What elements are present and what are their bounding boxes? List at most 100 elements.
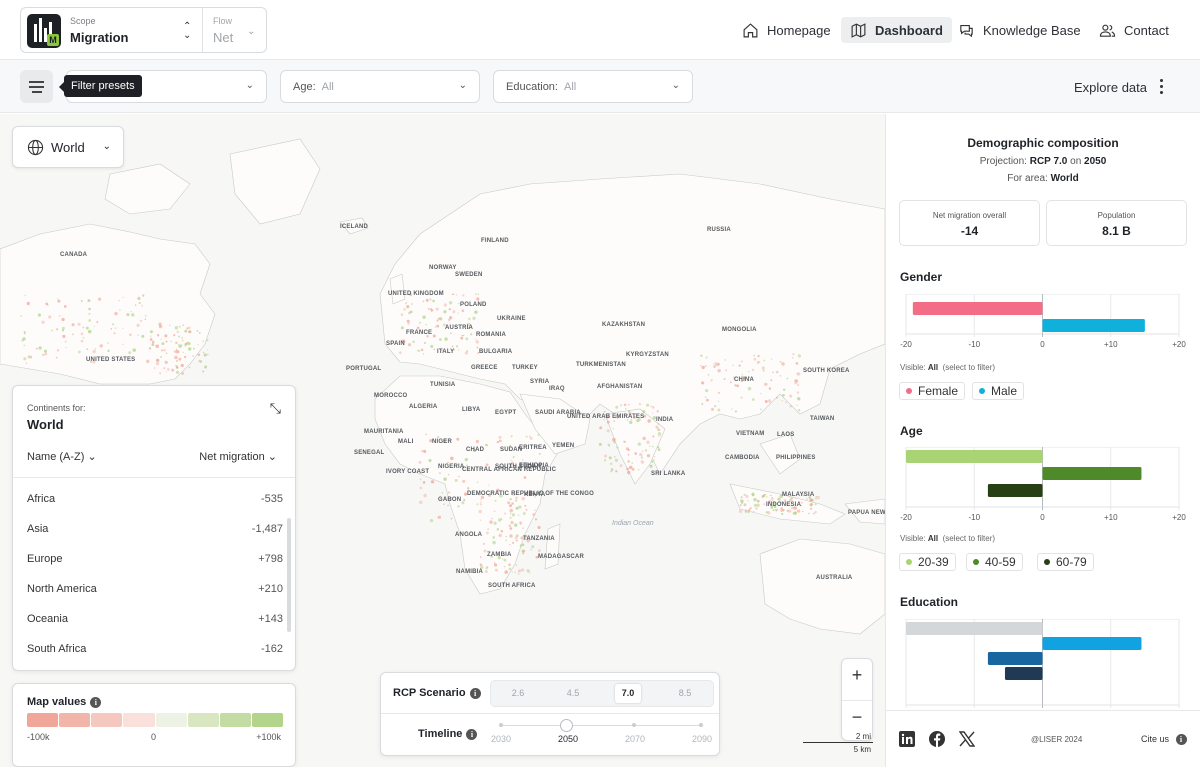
visible-note: Visible: All (select to filter) xyxy=(900,534,996,543)
map-data-point xyxy=(754,498,757,502)
rcp-option[interactable]: 4.5 xyxy=(560,688,586,698)
x-icon[interactable] xyxy=(959,731,975,747)
map-data-point xyxy=(65,346,67,349)
nav-homepage[interactable]: Homepage xyxy=(733,17,840,43)
map-data-point xyxy=(503,558,507,562)
map-data-point xyxy=(175,341,178,345)
legend-male[interactable]: Male xyxy=(972,382,1025,400)
sort-name-button[interactable]: Name (A-Z) ⌄ xyxy=(27,450,97,463)
map-data-point xyxy=(738,509,743,513)
timeline-year[interactable]: 2030 xyxy=(486,734,516,744)
age-select[interactable]: Age: All ⌄ xyxy=(280,70,480,103)
legend-age-60-79[interactable]: 60-79 xyxy=(1037,553,1094,571)
continent-row[interactable]: Africa -535 xyxy=(27,493,283,505)
map-data-point xyxy=(476,503,479,506)
map-data-point xyxy=(398,351,402,355)
map-data-point xyxy=(517,514,520,517)
legend-age-40-59[interactable]: 40-59 xyxy=(966,553,1023,571)
info-icon[interactable]: i xyxy=(469,687,481,699)
map-data-point xyxy=(419,486,423,490)
cite-us-button[interactable]: Cite us i xyxy=(1141,734,1187,746)
age-chart[interactable]: -20 -10 0 +10 +20 xyxy=(899,447,1187,529)
map-data-point xyxy=(789,394,793,398)
map-data-point xyxy=(797,354,801,358)
linkedin-icon[interactable] xyxy=(899,731,915,747)
scope-value[interactable]: Migration xyxy=(70,30,129,45)
zoom-in-button[interactable]: + xyxy=(842,665,872,686)
rcp-option[interactable]: 2.6 xyxy=(505,688,531,698)
legend-female[interactable]: Female xyxy=(899,382,966,400)
scope-selector[interactable]: M Scope Migration ⌃ ⌄ Flow Net ⌄ xyxy=(20,7,267,53)
continent-row[interactable]: Asia -1,487 xyxy=(27,523,283,535)
map-data-point xyxy=(610,468,614,471)
education-select[interactable]: Education: All ⌄ xyxy=(493,70,693,103)
facebook-icon[interactable] xyxy=(929,731,945,747)
map-data-point xyxy=(407,322,410,325)
country-label: AUSTRIA xyxy=(445,325,474,331)
map-data-point xyxy=(504,570,508,574)
map-data-point xyxy=(814,502,817,506)
updown-chevron-icon[interactable]: ⌃ ⌄ xyxy=(183,22,191,41)
rcp-option-selected[interactable]: 7.0 xyxy=(615,684,641,703)
map-data-point xyxy=(485,443,488,447)
flow-label: Flow xyxy=(213,16,233,26)
map-data-point xyxy=(498,534,501,536)
map-data-point xyxy=(653,459,656,461)
map-data-point xyxy=(734,384,737,387)
continent-row[interactable]: Europe +798 xyxy=(27,553,283,565)
timeline-handle[interactable] xyxy=(560,719,573,732)
map-data-point xyxy=(509,534,513,538)
education-chart[interactable]: -20-100+10+20 xyxy=(899,619,1187,719)
filter-bar: ⌄ Filter presets Age: All ⌄ Education: All… xyxy=(0,60,1200,113)
continent-row[interactable]: Oceania +143 xyxy=(27,613,283,625)
map-data-point xyxy=(767,399,772,403)
map-data-point xyxy=(793,511,798,515)
nav-contact[interactable]: Contact xyxy=(1090,17,1178,43)
map-data-point xyxy=(161,349,163,352)
country-label: FRANCE xyxy=(406,330,433,336)
timeline-year[interactable]: 2070 xyxy=(620,734,650,744)
timeline-track[interactable] xyxy=(502,725,702,726)
zoom-controls: + − xyxy=(841,658,873,741)
timeline-year[interactable]: 2090 xyxy=(687,734,717,744)
scrollbar[interactable] xyxy=(287,518,291,632)
map-data-point xyxy=(509,544,511,546)
continent-row[interactable]: North America +210 xyxy=(27,583,283,595)
sort-value-button[interactable]: Net migration ⌄ xyxy=(199,450,277,463)
explore-data-button[interactable]: Explore data xyxy=(1074,80,1147,95)
rcp-option[interactable]: 8.5 xyxy=(672,688,698,698)
legend-age-20-39[interactable]: 20-39 xyxy=(899,553,956,571)
country-label: GABON xyxy=(438,497,462,503)
collapse-icon[interactable]: ⤡ xyxy=(270,400,281,417)
map-data-point xyxy=(184,345,186,347)
chevron-down-icon: ⌄ xyxy=(102,141,111,152)
map-data-point xyxy=(725,369,728,372)
map-data-point xyxy=(80,332,84,336)
map-data-point xyxy=(158,322,162,326)
map-data-point xyxy=(752,510,755,513)
info-icon[interactable]: i xyxy=(90,696,102,708)
map-data-point xyxy=(657,432,662,436)
map-data-point xyxy=(625,407,627,410)
zoom-out-button[interactable]: − xyxy=(842,707,872,728)
logo-badge: M xyxy=(47,34,59,46)
country-label: NORWAY xyxy=(429,265,457,271)
timeline-year-selected[interactable]: 2050 xyxy=(553,734,583,744)
map-data-point xyxy=(82,326,85,329)
more-options-icon[interactable] xyxy=(1160,79,1164,97)
gender-chart[interactable]: -20 -10 0 +10 +20 xyxy=(899,294,1187,356)
stat-population: Population 8.1 B xyxy=(1046,200,1187,246)
world-map[interactable]: ICELAND RUSSIA FINLAND CANADA NORWAY SWEDEN UN… xyxy=(0,114,885,767)
rcp-segmented-control[interactable]: 2.6 4.5 7.0 8.5 xyxy=(490,680,714,707)
nav-dashboard[interactable]: Dashboard xyxy=(841,17,952,43)
info-icon[interactable]: i xyxy=(466,728,478,740)
map-data-point xyxy=(464,457,468,462)
map-data-point xyxy=(448,301,453,305)
continent-row[interactable]: South Africa -162 xyxy=(27,643,283,655)
continent-name: South Africa xyxy=(27,643,87,655)
nav-knowledge-base[interactable]: Knowledge Base xyxy=(949,17,1090,43)
map-data-point xyxy=(514,523,518,527)
map-data-point xyxy=(77,322,81,326)
area-selector[interactable]: World ⌄ xyxy=(12,126,124,168)
filter-presets-button[interactable] xyxy=(20,70,53,103)
